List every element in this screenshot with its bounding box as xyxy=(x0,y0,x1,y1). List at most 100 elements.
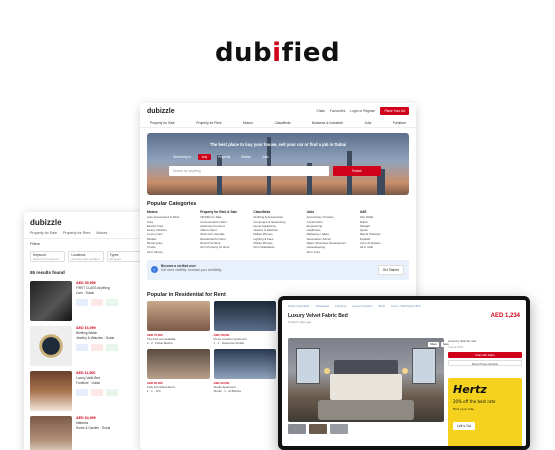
category-title[interactable]: UAE xyxy=(360,210,409,214)
hertz-ad[interactable]: Hertz 20% off the best rate Find your ri… xyxy=(448,378,522,446)
whatsapp-button[interactable] xyxy=(106,389,118,396)
property-meta: Studio · 1 · Al Barsha xyxy=(213,388,241,393)
hero-headline: The best place to buy your house, sell y… xyxy=(209,142,347,147)
brand-logo-accent: i xyxy=(272,38,282,68)
category-column: Jobs Accounting / Finance Construction Engi… xyxy=(307,210,356,254)
field-value: All types xyxy=(109,257,121,261)
thumbnail[interactable] xyxy=(288,424,306,434)
seller-since: Joined 2019 xyxy=(448,345,464,349)
category-title[interactable]: Classifieds xyxy=(253,210,302,214)
list-item[interactable]: AED 16,999 Breitling Watch Jewelry & Watch… xyxy=(24,323,148,368)
breadcrumb-item[interactable]: Furniture xyxy=(335,304,346,308)
menu-item[interactable]: Property for Sale xyxy=(150,121,175,125)
login-link[interactable]: Login or Register xyxy=(350,109,375,113)
listing-photo[interactable] xyxy=(288,338,444,422)
field-value: Choose your location xyxy=(71,257,100,261)
type-field[interactable]: Types All types xyxy=(106,251,142,262)
call-button[interactable] xyxy=(91,389,103,396)
menu-item[interactable]: Classifieds xyxy=(274,121,290,125)
property-card[interactable]: AED 40,000 Studio Apartment Studio · 1 · A… xyxy=(213,348,276,393)
field-value: Search by keyword xyxy=(33,257,59,261)
whatsapp-button[interactable] xyxy=(106,299,118,306)
chat-button[interactable] xyxy=(76,344,88,351)
category-link[interactable]: All in UAE xyxy=(360,245,409,249)
menu-item[interactable]: Business & Industrial xyxy=(312,121,343,125)
nav-item[interactable]: Motors xyxy=(96,231,107,235)
menu-item[interactable]: Furniture xyxy=(393,121,406,125)
tab-motors[interactable]: Motors xyxy=(237,154,255,160)
list-item[interactable]: AED 34,999 Mattress Home & Garden · Dubai xyxy=(24,413,148,450)
list-item[interactable]: AED 39,999 FIRST CLASS Anything Cars · Dub… xyxy=(24,278,148,323)
listing-thumbnail[interactable] xyxy=(30,416,72,450)
breadcrumb-item[interactable]: Luxury Valid Fabric Bed xyxy=(391,304,421,308)
site-logo[interactable]: dubizzle xyxy=(147,108,175,115)
top-bar: dubizzle Chats Favourites Login or Regis… xyxy=(140,103,416,119)
menu-item[interactable]: Motors xyxy=(243,121,253,125)
call-button[interactable] xyxy=(91,344,103,351)
property-card[interactable]: AED 75,000 Two bed unit available 2 · 2 · … xyxy=(147,300,210,345)
showcase-canvas: dubified dubizzle Property for Sale Prop… xyxy=(0,0,555,450)
chats-link[interactable]: Chats xyxy=(316,109,325,113)
location-field[interactable]: Locations Choose your location xyxy=(68,251,104,262)
property-image[interactable] xyxy=(147,348,210,379)
main-nav: Property for Sale Property for Rent Moto… xyxy=(24,231,148,239)
chat-button[interactable] xyxy=(76,389,88,396)
place-ad-button[interactable]: Place Your Ad xyxy=(380,107,409,115)
call-button[interactable] xyxy=(91,299,103,306)
thumbnail[interactable] xyxy=(330,424,348,434)
photo-detail xyxy=(402,368,408,374)
category-link[interactable]: All in Classifieds xyxy=(253,245,302,249)
favourites-link[interactable]: Favourites xyxy=(330,109,345,113)
category-link[interactable]: All in Motors xyxy=(147,250,196,254)
property-card[interactable]: AED 78,000 Prime Location Apartment 1 · 1 … xyxy=(213,300,276,345)
verify-subtitle: Get more visibility. Increase your credi… xyxy=(161,267,222,272)
whatsapp-button[interactable] xyxy=(106,344,118,351)
category-link[interactable]: All in Jobs xyxy=(307,250,356,254)
thumbnail[interactable] xyxy=(309,424,327,434)
breadcrumb-item[interactable]: Classifieds xyxy=(316,304,330,308)
property-meta: 1 · 1 · JVC xyxy=(147,388,161,393)
property-image[interactable] xyxy=(213,348,276,379)
site-logo[interactable]: dubizzle xyxy=(24,212,148,231)
listing-title: Luxury Velvet Fabric Bed xyxy=(288,313,348,319)
breadcrumb-item[interactable]: Beds xyxy=(379,304,385,308)
property-image[interactable] xyxy=(147,300,210,331)
top-links: Chats Favourites Login or Register Place… xyxy=(316,107,409,115)
list-item[interactable]: AED 11,500 Luxury Valid Bed Furniture · Du… xyxy=(24,368,148,413)
ad-button[interactable]: Let's Go xyxy=(453,422,476,430)
nav-item[interactable]: Property for Sale xyxy=(30,231,57,235)
breadcrumb-item[interactable]: Dubai Classifieds xyxy=(288,304,310,308)
hero-tabs: Searching in Any Property Motors Jobs xyxy=(169,154,273,160)
listing-thumbnail[interactable] xyxy=(30,281,72,321)
category-link[interactable]: All in Property for Rent xyxy=(200,245,249,249)
tab-any[interactable]: Any xyxy=(197,154,212,160)
nav-item[interactable]: Property for Rent xyxy=(63,231,90,235)
show-phone-button[interactable]: Show Phone Number xyxy=(448,360,522,366)
listing-meta: Furniture · Dubai xyxy=(76,381,100,385)
listing-thumbnail[interactable] xyxy=(30,326,72,366)
get-started-button[interactable]: Get Started xyxy=(377,264,404,275)
chat-button[interactable] xyxy=(76,299,88,306)
breadcrumb-item[interactable]: Home & Garden xyxy=(352,304,372,308)
tab-jobs[interactable]: Jobs xyxy=(258,154,273,160)
category-title[interactable]: Property for Rent & Sale xyxy=(200,210,249,214)
listing-thumbnail[interactable] xyxy=(30,371,72,411)
share-button[interactable]: Share xyxy=(428,342,439,347)
check-icon: ✓ xyxy=(151,265,158,273)
category-title[interactable]: Motors xyxy=(147,210,196,214)
property-meta: 1 · 1 · Downtown Dubai xyxy=(213,340,244,345)
menu-item[interactable]: Jobs xyxy=(364,121,371,125)
property-card[interactable]: AED 65,000 Fully Furnished Room 1 · 1 · JV… xyxy=(147,348,210,393)
menu-item[interactable]: Property for Rent xyxy=(196,121,221,125)
breadcrumb: Dubai Classifieds Classifieds Furniture Hom… xyxy=(282,300,526,312)
category-title[interactable]: Jobs xyxy=(307,210,356,214)
keyword-field[interactable]: Keyword Search by keyword xyxy=(30,251,66,262)
listing-meta: Home & Garden · Dubai xyxy=(76,426,111,430)
property-image[interactable] xyxy=(213,300,276,331)
search-input[interactable]: Search for anything xyxy=(169,166,329,176)
search-button[interactable]: Search xyxy=(333,166,381,176)
tab-property[interactable]: Property xyxy=(214,154,234,160)
brand-logo-part: fied xyxy=(281,38,341,68)
chat-seller-button[interactable]: Chat with Seller xyxy=(448,352,522,358)
listing-header: Luxury Velvet Fabric Bed AED 1,234 xyxy=(282,312,526,320)
